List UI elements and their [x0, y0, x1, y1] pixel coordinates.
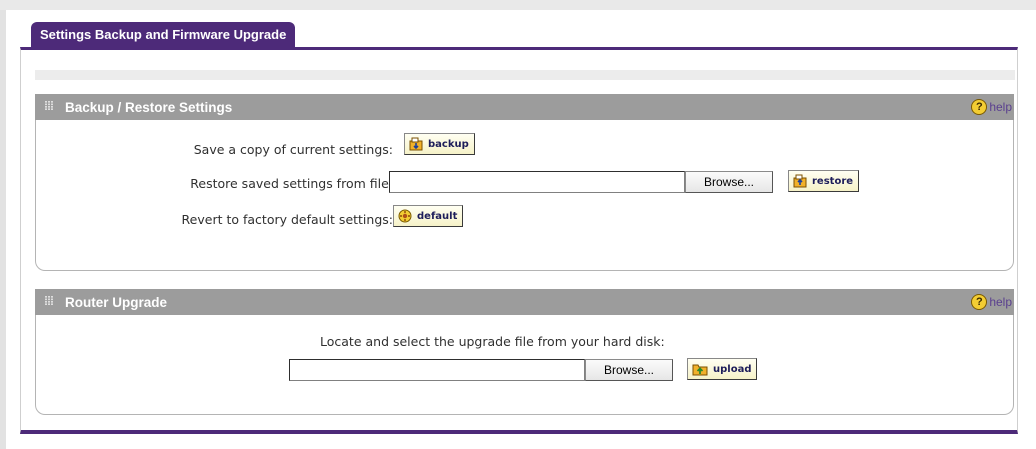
router-upgrade-body: Locate and select the upgrade file from … — [35, 315, 1014, 415]
restore-folder-icon — [793, 174, 807, 188]
default-button-label: default — [417, 210, 458, 222]
help-link[interactable]: ? help — [971, 99, 1012, 115]
upload-button-label: upload — [713, 363, 752, 375]
upgrade-file-label: Locate and select the upgrade file from … — [320, 334, 665, 349]
section-title: Backup / Restore Settings — [65, 100, 233, 115]
content-frame: ⁞⁞⁞ Backup / Restore Settings ? help Sav… — [20, 47, 1018, 434]
restore-settings-label: Restore saved settings from file: — [190, 176, 393, 191]
save-folder-icon — [409, 137, 423, 151]
save-settings-label: Save a copy of current settings: — [193, 142, 393, 157]
section-title: Router Upgrade — [65, 295, 168, 310]
default-button[interactable]: default — [393, 205, 464, 227]
tab-settings-backup[interactable]: Settings Backup and Firmware Upgrade — [31, 22, 296, 48]
restore-button[interactable]: restore — [788, 170, 860, 192]
restore-file-input[interactable] — [389, 171, 685, 193]
upload-folder-icon — [692, 362, 708, 376]
help-label: help — [989, 100, 1012, 114]
help-link[interactable]: ? help — [971, 294, 1012, 310]
help-icon: ? — [971, 99, 988, 115]
upgrade-file-input[interactable] — [289, 359, 585, 381]
backup-button[interactable]: backup — [404, 133, 475, 155]
browser-left-edge — [0, 10, 6, 449]
backup-button-label: backup — [428, 138, 469, 150]
grip-icon: ⁞⁞⁞ — [44, 294, 54, 308]
backup-restore-header: ⁞⁞⁞ Backup / Restore Settings ? help — [35, 94, 1014, 121]
upload-button[interactable]: upload — [687, 358, 758, 380]
restore-button-label: restore — [812, 175, 854, 187]
restore-browse-button[interactable]: Browse... — [685, 171, 773, 193]
revert-settings-label: Revert to factory default settings: — [181, 212, 393, 227]
router-upgrade-header: ⁞⁞⁞ Router Upgrade ? help — [35, 289, 1014, 316]
grip-icon: ⁞⁞⁞ — [44, 99, 54, 113]
settings-page: Settings Backup and Firmware Upgrade ⁞⁞⁞… — [20, 17, 1020, 437]
help-label: help — [989, 295, 1012, 309]
browser-top-strip — [0, 0, 1036, 10]
backup-restore-body: Save a copy of current settings: backup … — [35, 120, 1014, 271]
factory-default-icon — [398, 209, 412, 223]
spacer-bar — [35, 70, 1015, 80]
help-icon: ? — [971, 294, 988, 310]
upgrade-browse-button[interactable]: Browse... — [585, 359, 673, 381]
